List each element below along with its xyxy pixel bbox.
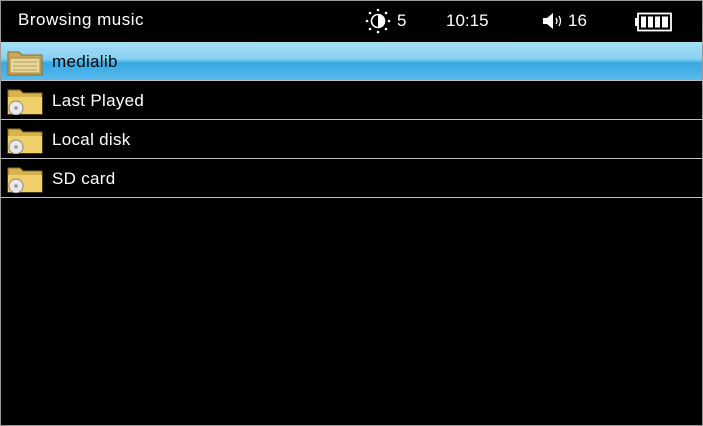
- brightness-value: 5: [397, 11, 407, 30]
- browser-list: medialib Last Played Local disk SD card: [1, 42, 702, 198]
- volume-value: 16: [568, 11, 587, 30]
- list-item-last-played[interactable]: Last Played: [1, 81, 702, 120]
- player-screen: Browsing music 5 10:15 16 medialib Last …: [0, 0, 703, 426]
- list-item-label: Local disk: [52, 130, 131, 149]
- list-item-local-disk[interactable]: Local disk: [1, 120, 702, 159]
- folder-disc-icon: [7, 89, 43, 115]
- clock: 10:15: [446, 11, 489, 30]
- folder-icon: [7, 51, 43, 76]
- folder-disc-icon: [7, 128, 43, 154]
- list-item-label: SD card: [52, 169, 116, 188]
- brightness-icon: [365, 8, 391, 34]
- status-bar: Browsing music 5 10:15 16: [1, 1, 702, 41]
- speaker-icon: [543, 13, 562, 29]
- page-title: Browsing music: [18, 10, 145, 29]
- folder-disc-icon: [7, 167, 43, 193]
- battery-full-icon: [635, 12, 672, 32]
- list-item-medialib[interactable]: medialib: [1, 42, 702, 81]
- list-item-label: Last Played: [52, 91, 145, 110]
- list-item-label: medialib: [52, 52, 118, 71]
- list-item-sd-card[interactable]: SD card: [1, 159, 702, 198]
